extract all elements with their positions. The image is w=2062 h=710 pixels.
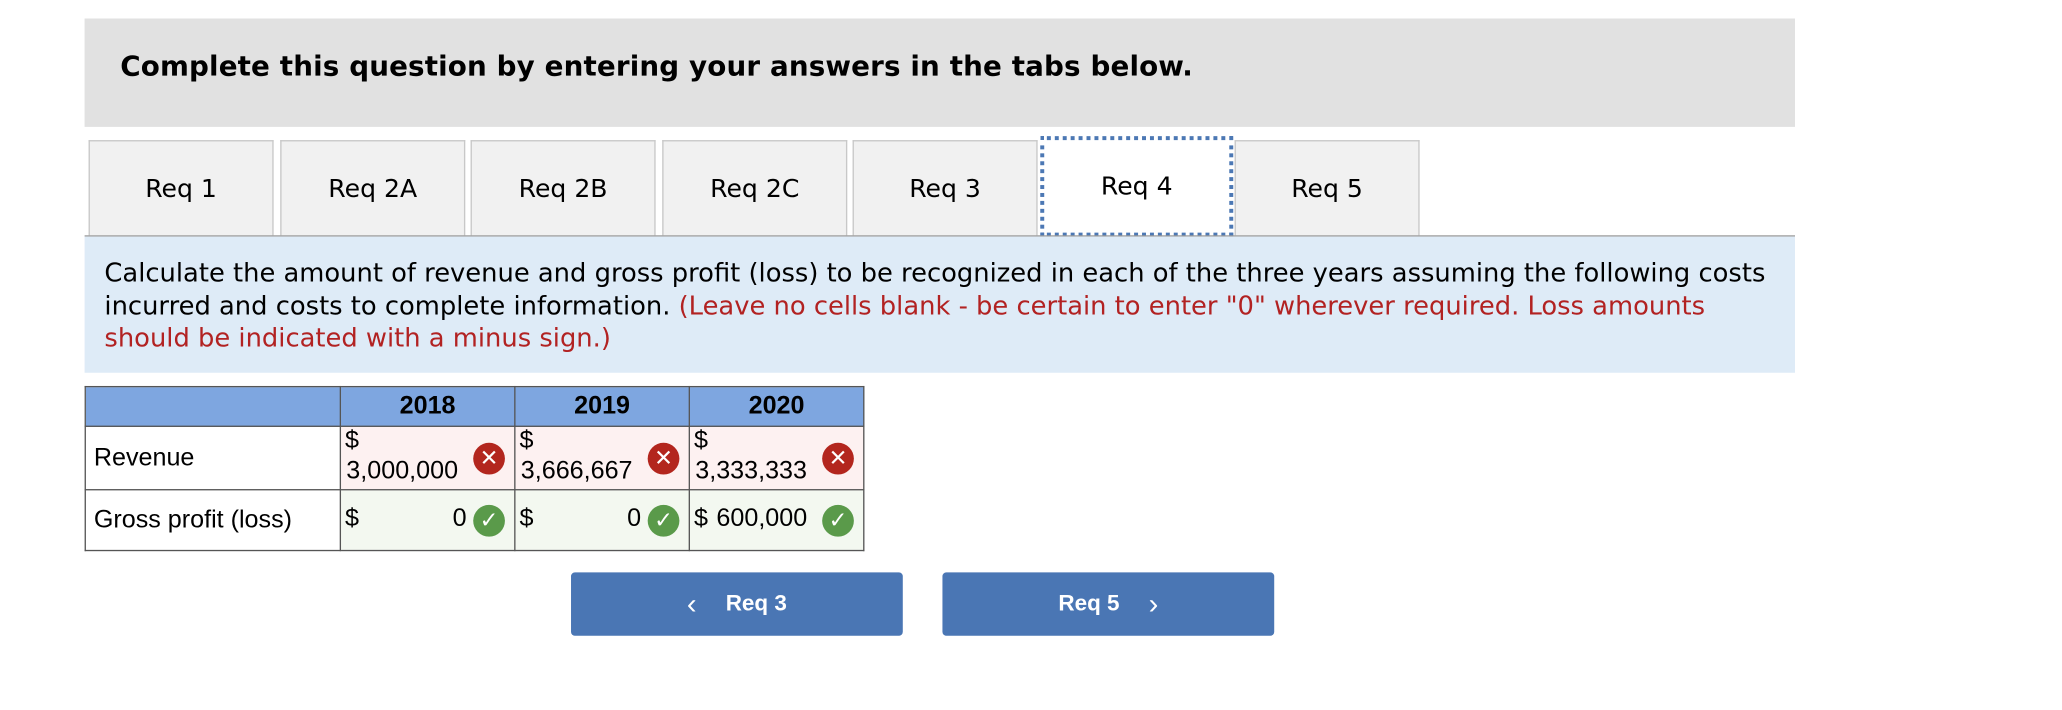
currency-symbol: $ — [519, 504, 534, 533]
tab-req-1[interactable]: Req 1 — [88, 140, 274, 236]
incorrect-icon: ✕ — [647, 442, 680, 475]
instructions-panel: Calculate the amount of revenue and gros… — [84, 236, 1796, 373]
row-label-gross-profit: Gross profit (loss) — [84, 489, 342, 552]
revenue-2020-input[interactable]: 3,333,333 — [695, 457, 807, 486]
gross-profit-2018-input[interactable]: 0 — [453, 505, 467, 534]
currency-symbol: $ — [519, 426, 534, 455]
page-title: Complete this question by entering your … — [120, 50, 1193, 82]
table-header-2020: 2020 — [688, 385, 865, 427]
currency-symbol: $ — [693, 426, 708, 455]
chevron-right-icon: › — [1148, 586, 1159, 620]
currency-symbol: $ — [693, 504, 708, 533]
gross-profit-2019-input[interactable]: 0 — [627, 505, 641, 534]
row-label-revenue: Revenue — [84, 425, 342, 491]
correct-check-icon: ✓ — [473, 504, 505, 537]
gross-profit-2018-cell[interactable]: $ 0 ✓ — [339, 489, 516, 552]
gross-profit-2020-cell[interactable]: $ 600,000 ✓ — [688, 489, 865, 552]
revenue-2019-input[interactable]: 3,666,667 — [521, 457, 633, 486]
revenue-2019-cell[interactable]: $ 3,666,667 ✕ — [514, 425, 690, 491]
tab-req-3[interactable]: Req 3 — [852, 140, 1038, 236]
answer-table: 2018 2019 2020 Revenue $ 3,000,000 ✕ $ 3… — [84, 385, 865, 552]
currency-symbol: $ — [344, 426, 359, 455]
tab-req-2a[interactable]: Req 2A — [280, 140, 466, 236]
revenue-2018-cell[interactable]: $ 3,000,000 ✕ — [339, 425, 516, 491]
incorrect-icon: ✕ — [473, 442, 505, 475]
tab-req-2b[interactable]: Req 2B — [470, 140, 656, 236]
prev-req-label: Req 3 — [725, 590, 787, 616]
revenue-2020-cell[interactable]: $ 3,333,333 ✕ — [688, 425, 865, 491]
revenue-2018-input[interactable]: 3,000,000 — [346, 457, 458, 486]
table-header-2019: 2019 — [514, 385, 690, 427]
table-row: Gross profit (loss) $ 0 ✓ $ 0 ✓ $ 600,00… — [84, 489, 865, 552]
incorrect-icon: ✕ — [822, 442, 854, 475]
table-header-blank — [84, 385, 342, 427]
prev-req-button[interactable]: ‹ Req 3 — [571, 572, 903, 636]
tab-req-5[interactable]: Req 5 — [1234, 140, 1420, 236]
next-req-label: Req 5 — [1058, 590, 1120, 616]
gross-profit-2019-cell[interactable]: $ 0 ✓ — [514, 489, 690, 552]
correct-check-icon: ✓ — [647, 504, 680, 537]
table-header-row: 2018 2019 2020 — [84, 385, 865, 427]
table-row: Revenue $ 3,000,000 ✕ $ 3,666,667 ✕ $ 3,… — [84, 425, 865, 491]
correct-check-icon: ✓ — [822, 504, 854, 537]
tab-req-2c[interactable]: Req 2C — [662, 140, 848, 236]
question-header: Complete this question by entering your … — [84, 18, 1796, 127]
next-req-button[interactable]: Req 5 › — [942, 572, 1275, 636]
currency-symbol: $ — [344, 504, 359, 533]
tab-req-4[interactable]: Req 4 — [1040, 136, 1234, 237]
chevron-left-icon: ‹ — [686, 586, 697, 620]
question-stage: Complete this question by entering your … — [0, 0, 2062, 708]
gross-profit-2020-input[interactable]: 600,000 — [716, 505, 807, 534]
table-header-2018: 2018 — [339, 385, 516, 427]
